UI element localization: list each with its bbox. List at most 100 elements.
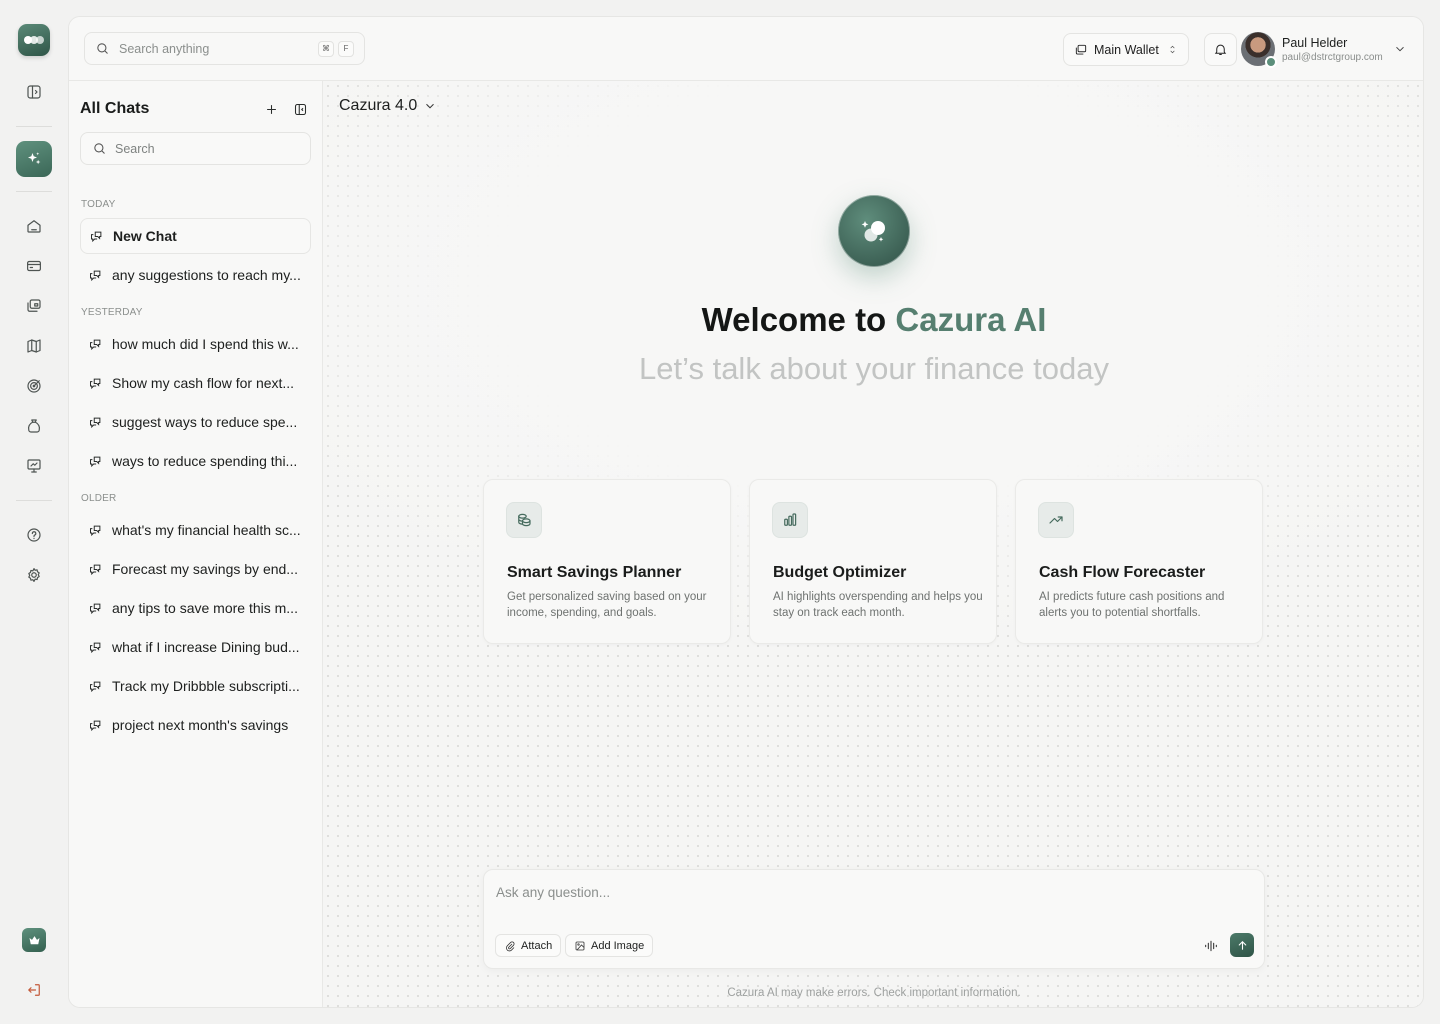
card-title: Smart Savings Planner	[507, 564, 682, 581]
feature-card-cashflow[interactable]: Cash Flow Forecaster AI predicts future …	[1015, 479, 1263, 644]
user-name: Paul Helder	[1282, 35, 1348, 50]
chevron-down-icon	[1396, 46, 1404, 52]
chat-item-label: Show my cash flow for next...	[112, 375, 295, 391]
chat-item[interactable]: suggest ways to reduce spe...	[80, 404, 311, 440]
chat-bubble-icon	[90, 456, 101, 467]
chat-search-input[interactable]: Search	[80, 132, 311, 165]
global-search-placeholder: Search anything	[119, 41, 210, 56]
welcome-brand: Cazura AI	[895, 301, 1047, 338]
wallet-icon	[1075, 44, 1087, 55]
feature-card-budget[interactable]: Budget Optimizer AI highlights overspend…	[749, 479, 997, 644]
chat-item-label: what if I increase Dining bud...	[112, 639, 300, 655]
global-search-input[interactable]: Search anything ⌘ F	[84, 32, 365, 65]
rail-divider	[16, 126, 52, 127]
chat-item[interactable]: how much did I spend this w...	[80, 326, 311, 362]
shortcut-cmd-key: ⌘	[318, 40, 334, 57]
target-icon[interactable]	[16, 368, 52, 404]
presentation-icon[interactable]	[16, 448, 52, 484]
search-icon	[94, 143, 105, 154]
arrow-up-icon	[1238, 940, 1246, 950]
logout-icon[interactable]	[16, 972, 52, 1008]
attach-button[interactable]: Attach	[495, 934, 562, 957]
logo-icon[interactable]	[18, 24, 50, 56]
chat-item-label: New Chat	[113, 228, 177, 244]
chat-bubble-icon	[90, 525, 101, 536]
coins-icon	[506, 502, 542, 538]
chat-bubble-icon	[90, 417, 101, 428]
wallet-selector[interactable]: Main Wallet	[1063, 33, 1189, 66]
new-chat-plus-icon[interactable]	[264, 102, 279, 117]
app-rail	[0, 0, 68, 1024]
app-frame: Search anything ⌘ F Main Wallet Paul Hel…	[68, 16, 1424, 1008]
chat-item-label: suggest ways to reduce spe...	[112, 414, 298, 430]
wallet-label: Main Wallet	[1094, 42, 1159, 57]
send-button[interactable]	[1230, 933, 1254, 957]
user-email: paul@dstrctgroup.com	[1282, 51, 1383, 63]
bag-icon[interactable]	[16, 408, 52, 444]
chat-item[interactable]: Forecast my savings by end...	[80, 551, 311, 587]
rail-divider	[16, 191, 52, 192]
home-icon[interactable]	[16, 208, 52, 244]
chat-item[interactable]: New Chat	[80, 218, 311, 254]
notifications-button[interactable]	[1204, 33, 1237, 66]
help-icon[interactable]	[16, 517, 52, 553]
group-label-older: OLDER	[81, 493, 117, 504]
chat-item[interactable]: any suggestions to reach my...	[80, 257, 311, 293]
welcome-subtitle: Let’s talk about your finance today	[639, 351, 1109, 386]
card-description: AI predicts future cash positions and al…	[1039, 591, 1225, 619]
chat-bubble-icon	[90, 270, 101, 281]
chat-item-label: Track my Dribbble subscripti...	[112, 678, 300, 694]
settings-icon[interactable]	[16, 557, 52, 593]
attach-label: Attach	[521, 939, 553, 952]
chat-bubble-icon	[90, 564, 101, 575]
model-selector[interactable]: Cazura 4.0	[339, 97, 437, 115]
card-icon[interactable]	[16, 248, 52, 284]
shortcut-f-key: F	[338, 40, 354, 57]
chat-item-label: how much did I spend this w...	[112, 336, 299, 352]
verified-badge-icon	[1265, 56, 1277, 68]
chat-item[interactable]: Show my cash flow for next...	[80, 365, 311, 401]
chat-item-label: Forecast my savings by end...	[112, 561, 298, 577]
chat-bubble-icon	[90, 339, 101, 350]
chat-bubble-icon	[90, 378, 101, 389]
chat-bubble-icon	[90, 720, 101, 731]
panel-toggle-icon[interactable]	[16, 74, 52, 110]
top-bar: Search anything ⌘ F Main Wallet Paul Hel…	[69, 17, 1423, 81]
message-input-placeholder[interactable]: Ask any question...	[496, 885, 610, 900]
card-description: AI highlights overspending and helps you…	[773, 591, 983, 619]
chat-item[interactable]: any tips to save more this m...	[80, 590, 311, 626]
chats-title: All Chats	[80, 100, 150, 117]
collapse-sidebar-icon[interactable]	[293, 102, 308, 117]
wallet-icon[interactable]	[16, 288, 52, 324]
trend-up-icon	[1038, 502, 1074, 538]
chat-bubble-icon	[91, 231, 102, 242]
chat-item[interactable]: Track my Dribbble subscripti...	[80, 668, 311, 704]
group-label-today: TODAY	[81, 199, 116, 210]
chevron-updown-icon	[1170, 45, 1175, 54]
feature-card-savings[interactable]: Smart Savings Planner Get personalized s…	[483, 479, 731, 644]
chat-bubble-icon	[90, 642, 101, 653]
map-icon[interactable]	[16, 328, 52, 364]
bell-icon	[1214, 44, 1227, 55]
chat-bubble-icon	[90, 681, 101, 692]
ai-sparkle-icon[interactable]	[16, 141, 52, 177]
chat-item[interactable]: ways to reduce spending thi...	[80, 443, 311, 479]
card-description: Get personalized saving based on your in…	[507, 591, 707, 619]
search-icon	[97, 43, 108, 54]
welcome-prefix: Welcome to	[701, 301, 887, 338]
chat-item[interactable]: project next month's savings	[80, 707, 311, 743]
message-composer[interactable]: Ask any question... Attach Add Image	[483, 869, 1265, 969]
chat-item[interactable]: what's my financial health sc...	[80, 512, 311, 548]
chat-item[interactable]: what if I increase Dining bud...	[80, 629, 311, 665]
chats-sidebar: All Chats Search TODAY New Chat any sugg…	[69, 81, 323, 1007]
image-icon	[575, 941, 585, 950]
card-title: Budget Optimizer	[773, 564, 907, 581]
user-menu[interactable]: Paul Helder paul@dstrctgroup.com	[1241, 31, 1407, 68]
chevron-down-icon	[426, 103, 435, 109]
voice-wave-icon[interactable]	[1203, 938, 1219, 954]
add-image-button[interactable]: Add Image	[565, 934, 654, 957]
chat-main: Cazura 4.0 Welcome to Cazura AI Let’s ta…	[323, 81, 1423, 1007]
chat-item-label: ways to reduce spending thi...	[112, 453, 298, 469]
crown-icon[interactable]	[16, 922, 52, 958]
group-label-yesterday: YESTERDAY	[81, 307, 143, 318]
